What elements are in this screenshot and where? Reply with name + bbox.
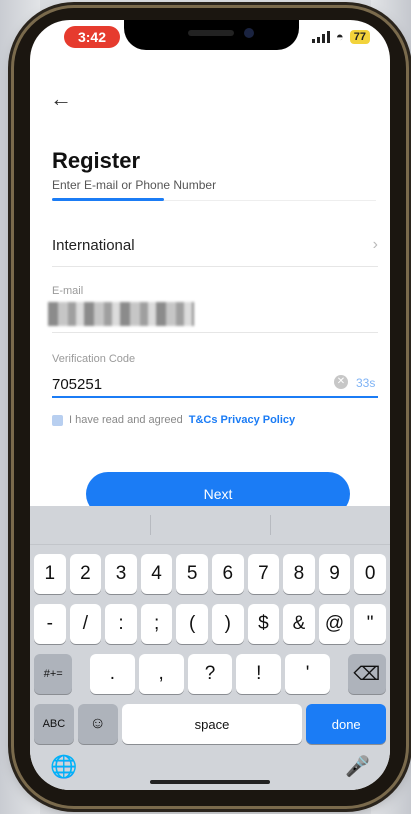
back-arrow-icon[interactable]: ←: [50, 86, 72, 112]
globe-icon[interactable]: 🌐: [50, 754, 77, 780]
key-slash[interactable]: /: [69, 604, 102, 644]
key-5[interactable]: 5: [176, 554, 208, 594]
email-field-redacted[interactable]: [48, 302, 194, 326]
key-abc[interactable]: ABC: [34, 704, 74, 744]
status-time: 3:42: [64, 26, 120, 48]
page-subtitle: Enter E-mail or Phone Number: [52, 178, 217, 192]
agreement-row: I have read and agreed T&Cs Privacy Poli…: [52, 414, 295, 426]
email-label: E-mail: [52, 285, 84, 297]
emoji-icon[interactable]: ☺: [77, 704, 118, 744]
key-open-paren[interactable]: (: [176, 604, 208, 644]
key-1[interactable]: 1: [34, 554, 66, 594]
code-input-underline: [52, 396, 378, 398]
keyboard-row-numbers: 1 2 3 4 5 6 7 8 9 0: [34, 554, 386, 594]
app-screen: 3:42 ◓ 77 ← Register Enter E-mail or Pho…: [30, 20, 390, 790]
key-semicolon[interactable]: ;: [140, 604, 173, 644]
key-9[interactable]: 9: [318, 554, 351, 594]
home-indicator[interactable]: [150, 780, 270, 784]
key-spacer: [76, 654, 86, 694]
agreement-checkbox[interactable]: [52, 414, 63, 426]
key-question[interactable]: ?: [187, 654, 233, 694]
status-indicators: ◓ 77: [311, 29, 370, 44]
key-hyphen[interactable]: -: [34, 604, 66, 644]
page-title: Register: [52, 148, 141, 173]
keyboard-row-symbols: - / : ; ( ) $ & @ ": [34, 604, 386, 644]
wifi-icon: ◓: [335, 29, 344, 44]
battery-indicator: 77: [349, 29, 370, 44]
front-camera: [244, 28, 254, 38]
key-ampersand[interactable]: &: [283, 604, 315, 644]
key-close-paren[interactable]: ): [211, 604, 244, 644]
key-3[interactable]: 3: [105, 554, 137, 594]
key-done[interactable]: done: [306, 704, 386, 744]
key-space[interactable]: space: [121, 704, 303, 744]
prediction-separator: [270, 515, 271, 535]
key-7[interactable]: 7: [247, 554, 280, 594]
verification-code-label: Verification Code: [52, 353, 136, 365]
key-0[interactable]: 0: [354, 554, 386, 594]
microphone-icon[interactable]: 🎤: [345, 754, 370, 779]
key-6[interactable]: 6: [211, 554, 244, 594]
clear-icon[interactable]: ✕: [334, 375, 348, 389]
key-8[interactable]: 8: [283, 554, 315, 594]
key-dollar[interactable]: $: [247, 604, 280, 644]
active-tab-indicator: [52, 198, 164, 201]
backspace-icon[interactable]: ⌫: [347, 654, 386, 694]
cellular-signal-icon: [311, 30, 330, 43]
key-spacer: [334, 654, 344, 694]
terms-privacy-link[interactable]: T&Cs Privacy Policy: [189, 414, 295, 426]
resend-countdown: 33s: [356, 376, 376, 390]
speaker: [188, 30, 234, 36]
email-divider: [52, 332, 378, 333]
keyboard-footer: 🌐 🎤: [30, 744, 390, 790]
prediction-bar: [30, 506, 390, 545]
key-more-symbols[interactable]: #+=: [34, 654, 73, 694]
key-4[interactable]: 4: [140, 554, 173, 594]
key-exclamation[interactable]: !: [236, 654, 282, 694]
key-at[interactable]: @: [318, 604, 351, 644]
key-apostrophe[interactable]: ': [285, 654, 330, 694]
keyboard-row-bottom: ABC ☺ space done: [34, 704, 386, 744]
keyboard-row-punctuation: #+= . , ? ! ' ⌫: [34, 654, 386, 694]
prediction-separator: [150, 515, 151, 535]
key-comma[interactable]: ,: [138, 654, 184, 694]
notch: [124, 20, 299, 50]
key-quote[interactable]: ": [354, 604, 386, 644]
region-divider: [52, 266, 378, 267]
key-colon[interactable]: :: [105, 604, 137, 644]
key-period[interactable]: .: [90, 654, 135, 694]
chevron-right-icon: ›: [372, 236, 378, 253]
keyboard: 1 2 3 4 5 6 7 8 9 0 - / : ; ( ) $ & @ " …: [30, 506, 390, 790]
region-selector[interactable]: International ›: [52, 230, 378, 260]
key-2[interactable]: 2: [69, 554, 102, 594]
region-label: International: [52, 236, 135, 254]
agreement-text: I have read and agreed: [69, 414, 183, 426]
verification-code-input[interactable]: [52, 372, 272, 396]
